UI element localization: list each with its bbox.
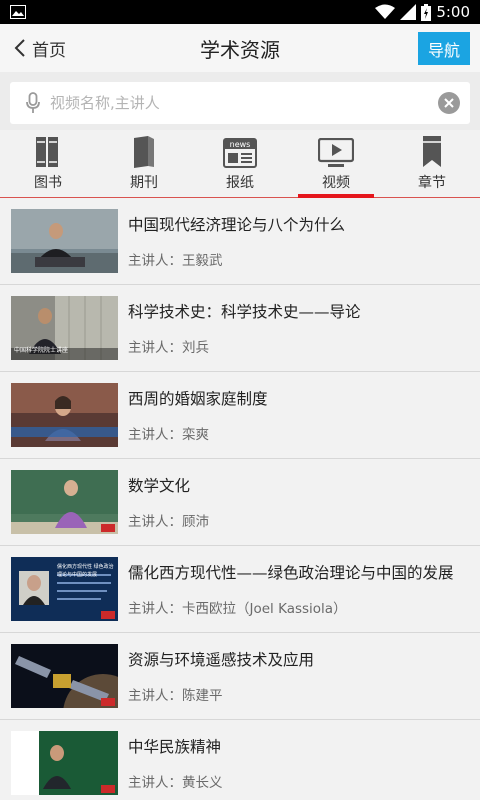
gallery-notification-icon <box>10 5 26 19</box>
video-item[interactable]: 资源与环境遥感技术及应用 主讲人：陈建平 <box>0 633 480 720</box>
tab-newspapers[interactable]: news 报纸 <box>192 130 288 197</box>
video-speaker: 主讲人：刘兵 <box>128 340 209 356</box>
video-title: 西周的婚姻家庭制度 <box>128 390 268 408</box>
newspaper-icon: news <box>223 138 257 168</box>
video-thumbnail: 儒化西方现代性 绿色政治理论与中国的发展 <box>11 557 118 621</box>
search-area <box>0 72 480 130</box>
tab-videos[interactable]: 视频 <box>288 130 384 198</box>
video-icon <box>318 138 354 167</box>
tab-journals[interactable]: 期刊 <box>96 130 192 197</box>
chevron-left-icon <box>14 39 25 57</box>
tab-label: 期刊 <box>130 175 158 191</box>
video-title: 儒化西方现代性——绿色政治理论与中国的发展 <box>128 564 454 582</box>
tab-books[interactable]: 图书 <box>0 130 96 197</box>
video-speaker: 主讲人：卡西欧拉（Joel Kassiola） <box>128 601 347 617</box>
video-speaker: 主讲人：陈建平 <box>128 688 223 704</box>
video-thumbnail <box>11 644 118 708</box>
video-item[interactable]: 中华民族精神 主讲人：黄长义 <box>0 720 480 800</box>
signal-icon <box>400 4 417 20</box>
video-speaker: 主讲人：顾沛 <box>128 514 209 530</box>
books-icon <box>36 137 58 167</box>
video-item[interactable]: 儒化西方现代性 绿色政治理论与中国的发展 儒化西方现代性——绿色政治理论与中国的… <box>0 546 480 633</box>
svg-text:news: news <box>230 140 251 149</box>
clear-search-button[interactable] <box>438 92 460 114</box>
back-button[interactable]: 首页 <box>14 24 66 72</box>
video-title: 中国现代经济理论与八个为什么 <box>128 216 346 234</box>
video-thumbnail <box>11 731 118 795</box>
page-title: 学术资源 <box>200 37 280 62</box>
video-title: 科学技术史：科学技术史——导论 <box>128 303 361 321</box>
video-title: 中华民族精神 <box>128 738 222 756</box>
header: 首页 学术资源 导航 <box>0 24 480 72</box>
journal-icon <box>134 136 154 168</box>
video-speaker: 主讲人：栾爽 <box>128 427 209 443</box>
status-bar: 5:00 <box>0 0 480 24</box>
video-item[interactable]: 中国科学院院士讲座 科学技术史：科学技术史——导论 主讲人：刘兵 <box>0 285 480 372</box>
nav-button[interactable]: 导航 <box>418 32 470 65</box>
search-box <box>10 82 470 124</box>
search-input[interactable] <box>50 94 438 112</box>
video-title: 数学文化 <box>128 477 191 495</box>
video-title: 资源与环境遥感技术及应用 <box>128 651 315 669</box>
status-time: 5:00 <box>436 3 470 21</box>
tab-chapters[interactable]: 章节 <box>384 130 480 197</box>
bookmark-icon <box>423 136 441 167</box>
video-thumbnail <box>11 383 118 447</box>
video-list: 中国现代经济理论与八个为什么 主讲人：王毅武 中国科学院院士讲座 科学技术史：科… <box>0 198 480 800</box>
tab-label: 图书 <box>34 175 62 191</box>
microphone-icon[interactable] <box>26 92 40 114</box>
video-thumbnail <box>11 470 118 534</box>
wifi-icon <box>375 4 396 19</box>
video-speaker: 主讲人：王毅武 <box>128 253 223 269</box>
back-label: 首页 <box>32 40 66 61</box>
video-item[interactable]: 数学文化 主讲人：顾沛 <box>0 459 480 546</box>
video-item[interactable]: 西周的婚姻家庭制度 主讲人：栾爽 <box>0 372 480 459</box>
video-thumbnail: 中国科学院院士讲座 <box>11 296 118 360</box>
video-thumbnail <box>11 209 118 273</box>
thumbnail-caption: 儒化西方现代性 绿色政治理论与中国的发展 <box>57 564 114 578</box>
close-icon <box>444 98 454 108</box>
tab-label: 视频 <box>322 175 350 191</box>
thumbnail-caption: 中国科学院院士讲座 <box>14 347 69 354</box>
tab-label: 报纸 <box>226 175 254 191</box>
video-item[interactable]: 中国现代经济理论与八个为什么 主讲人：王毅武 <box>0 198 480 285</box>
category-tabs: 图书 期刊 news 报纸 视频 章节 <box>0 130 480 198</box>
tab-label: 章节 <box>418 175 446 191</box>
battery-icon <box>421 3 432 21</box>
video-speaker: 主讲人：黄长义 <box>128 775 223 791</box>
